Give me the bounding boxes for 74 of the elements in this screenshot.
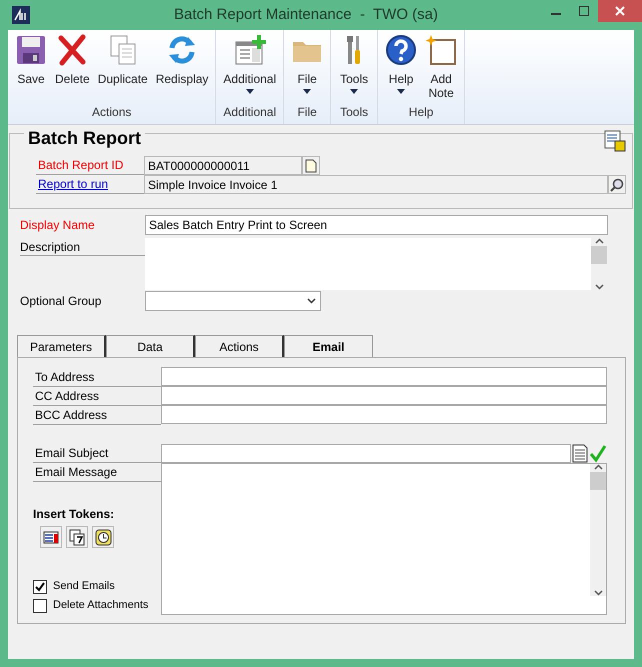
window-add-icon (234, 34, 266, 66)
field-label: CC Address (35, 388, 100, 405)
text-field[interactable] (161, 367, 607, 386)
tab[interactable]: Data (106, 335, 195, 357)
close-button[interactable] (598, 0, 642, 22)
field-label: To Address (35, 369, 94, 386)
scroll-up-icon[interactable] (594, 464, 602, 470)
ribbon-button[interactable]: Tools (335, 32, 374, 103)
section-label: Insert Tokens: (33, 506, 116, 523)
lookup-button[interactable] (608, 175, 626, 194)
ribbon-button[interactable]: Add Note (422, 32, 460, 103)
field-label: Display Name (20, 217, 95, 234)
ribbon-group-label: Tools (339, 104, 370, 121)
ribbon-button[interactable]: Delete (52, 32, 93, 103)
scroll-down-icon[interactable] (594, 590, 602, 596)
app-logo-icon (12, 6, 30, 24)
chevron-down-icon (307, 298, 316, 304)
save-icon (15, 34, 47, 66)
ribbon-group-label: Actions (91, 104, 132, 121)
checkbox[interactable] (33, 598, 47, 612)
scrollbar-thumb[interactable] (590, 472, 606, 490)
help-icon (385, 34, 418, 66)
dropdown-field[interactable] (145, 291, 321, 311)
ribbon-group-label: File (296, 104, 318, 121)
clock-token-icon (94, 528, 112, 546)
ribbon-button[interactable]: Save (12, 32, 50, 103)
calendar-token-icon (68, 528, 86, 546)
ribbon-group-label: Additional (222, 104, 278, 121)
checkbox-label: Delete Attachments (53, 598, 148, 614)
close-icon[interactable] (615, 6, 625, 16)
text-field[interactable] (161, 386, 607, 405)
section-title: Batch Report (24, 128, 146, 150)
ribbon-group-label: Help (408, 104, 434, 121)
text-field[interactable] (161, 405, 607, 424)
token-button[interactable] (66, 526, 88, 548)
note-button[interactable] (302, 156, 320, 175)
ribbon-button[interactable]: Duplicate (94, 32, 151, 103)
delete-icon (56, 34, 88, 66)
checkbox[interactable] (33, 580, 47, 594)
ribbon-button[interactable]: Redisplay (152, 32, 212, 103)
ribbon-button[interactable]: Additional (220, 32, 280, 103)
field-value: Simple Invoice Invoice 1 (144, 175, 608, 194)
scroll-down-icon[interactable] (594, 284, 604, 290)
dropdown-caret-icon (246, 89, 254, 94)
checkmark-icon[interactable] (589, 444, 607, 463)
field-label: Email Message (35, 464, 118, 481)
text-field[interactable] (161, 444, 571, 463)
field-value: BAT000000000011 (144, 156, 302, 175)
field-label: Optional Group (20, 293, 102, 310)
field-label: Email Subject (35, 445, 108, 462)
window-title: Batch Report Maintenance - TWO (sa) (173, 4, 439, 25)
tab[interactable]: Parameters (17, 335, 106, 357)
dropdown-caret-icon (303, 89, 312, 94)
tab[interactable]: Email (284, 335, 373, 358)
ribbon-button[interactable]: Help (382, 32, 420, 103)
checkbox-label: Send Emails (53, 579, 115, 594)
dropdown-caret-icon (397, 89, 406, 94)
field-link[interactable]: Report to run (38, 175, 108, 193)
field-label: BCC Address (35, 407, 108, 424)
token-button[interactable] (92, 526, 114, 548)
note-icon (425, 34, 458, 66)
document-icon[interactable] (571, 444, 589, 463)
field-label: Batch Report ID (38, 157, 124, 174)
text-field[interactable]: Sales Batch Entry Print to Screen (145, 215, 608, 235)
token-button[interactable] (40, 526, 62, 548)
ribbon-button[interactable]: File (288, 32, 326, 103)
field-label: Description (20, 238, 80, 256)
tab[interactable]: Actions (195, 335, 284, 357)
scrollbar[interactable] (590, 464, 606, 596)
scroll-up-icon[interactable] (594, 238, 604, 244)
record-notes-icon[interactable] (604, 130, 626, 152)
scrollbar-thumb[interactable] (591, 246, 607, 264)
maximize-icon[interactable] (579, 6, 589, 16)
dropdown-caret-icon (350, 89, 358, 94)
